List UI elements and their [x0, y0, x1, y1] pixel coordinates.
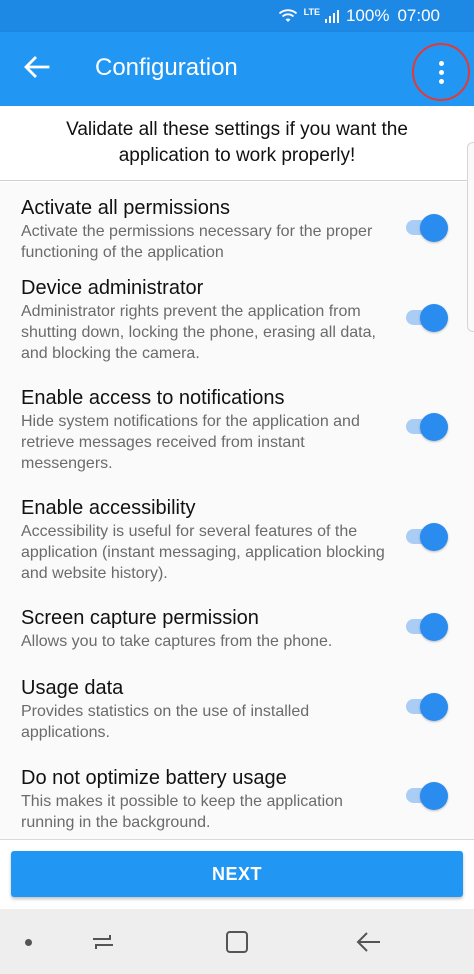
- network-type: LTE: [303, 6, 320, 17]
- clock: 07:00: [397, 6, 440, 25]
- setting-description: Hide system notifications for the applic…: [21, 413, 360, 472]
- next-button[interactable]: NEXT: [11, 851, 463, 897]
- setting-title: Do not optimize battery usage: [21, 767, 287, 789]
- home-icon[interactable]: [222, 927, 252, 957]
- toggle-device-administrator[interactable]: [404, 303, 450, 332]
- toggle-activate-permissions[interactable]: [404, 213, 450, 242]
- navigation-bar: [0, 909, 474, 974]
- settings-list: Activate all permissions Activate the pe…: [0, 182, 474, 840]
- status-bar: LTE 100% 07:00: [0, 0, 474, 32]
- setting-description: Administrator rights prevent the applica…: [21, 303, 376, 362]
- back-icon[interactable]: [354, 927, 384, 957]
- arrow-left-icon: [24, 55, 50, 83]
- wifi-icon: [278, 8, 298, 24]
- setting-description: Provides statistics on the use of instal…: [21, 703, 310, 741]
- toggle-accessibility[interactable]: [404, 522, 450, 551]
- page-title: Configuration: [95, 54, 238, 81]
- toggle-battery-optimization[interactable]: [404, 781, 450, 810]
- setting-title: Activate all permissions: [21, 197, 230, 219]
- recents-icon[interactable]: [88, 927, 118, 957]
- setting-description: This makes it possible to keep the appli…: [21, 793, 343, 831]
- battery-level: 100%: [345, 6, 390, 25]
- toggle-notifications-access[interactable]: [404, 412, 450, 441]
- footer: NEXT: [0, 841, 474, 909]
- toggle-screen-capture[interactable]: [404, 612, 450, 641]
- signal-icon: [324, 8, 340, 24]
- nav-dot-icon[interactable]: [25, 939, 32, 946]
- intro-message: Validate all these settings if you want …: [0, 106, 474, 181]
- back-button[interactable]: [18, 50, 56, 88]
- setting-title: Device administrator: [21, 277, 204, 299]
- scroll-indicator[interactable]: [467, 142, 474, 332]
- setting-description: Activate the permissions necessary for t…: [21, 223, 373, 261]
- setting-title: Usage data: [21, 677, 124, 699]
- setting-title: Enable access to notifications: [21, 387, 285, 409]
- setting-description: Accessibility is useful for several feat…: [21, 523, 385, 582]
- toggle-usage-data[interactable]: [404, 692, 450, 721]
- overflow-menu-button[interactable]: [412, 43, 470, 101]
- app-bar: Configuration: [0, 32, 474, 106]
- setting-title: Screen capture permission: [21, 607, 259, 629]
- more-vert-icon: [438, 60, 444, 84]
- setting-title: Enable accessibility: [21, 497, 196, 519]
- setting-description: Allows you to take captures from the pho…: [21, 633, 333, 650]
